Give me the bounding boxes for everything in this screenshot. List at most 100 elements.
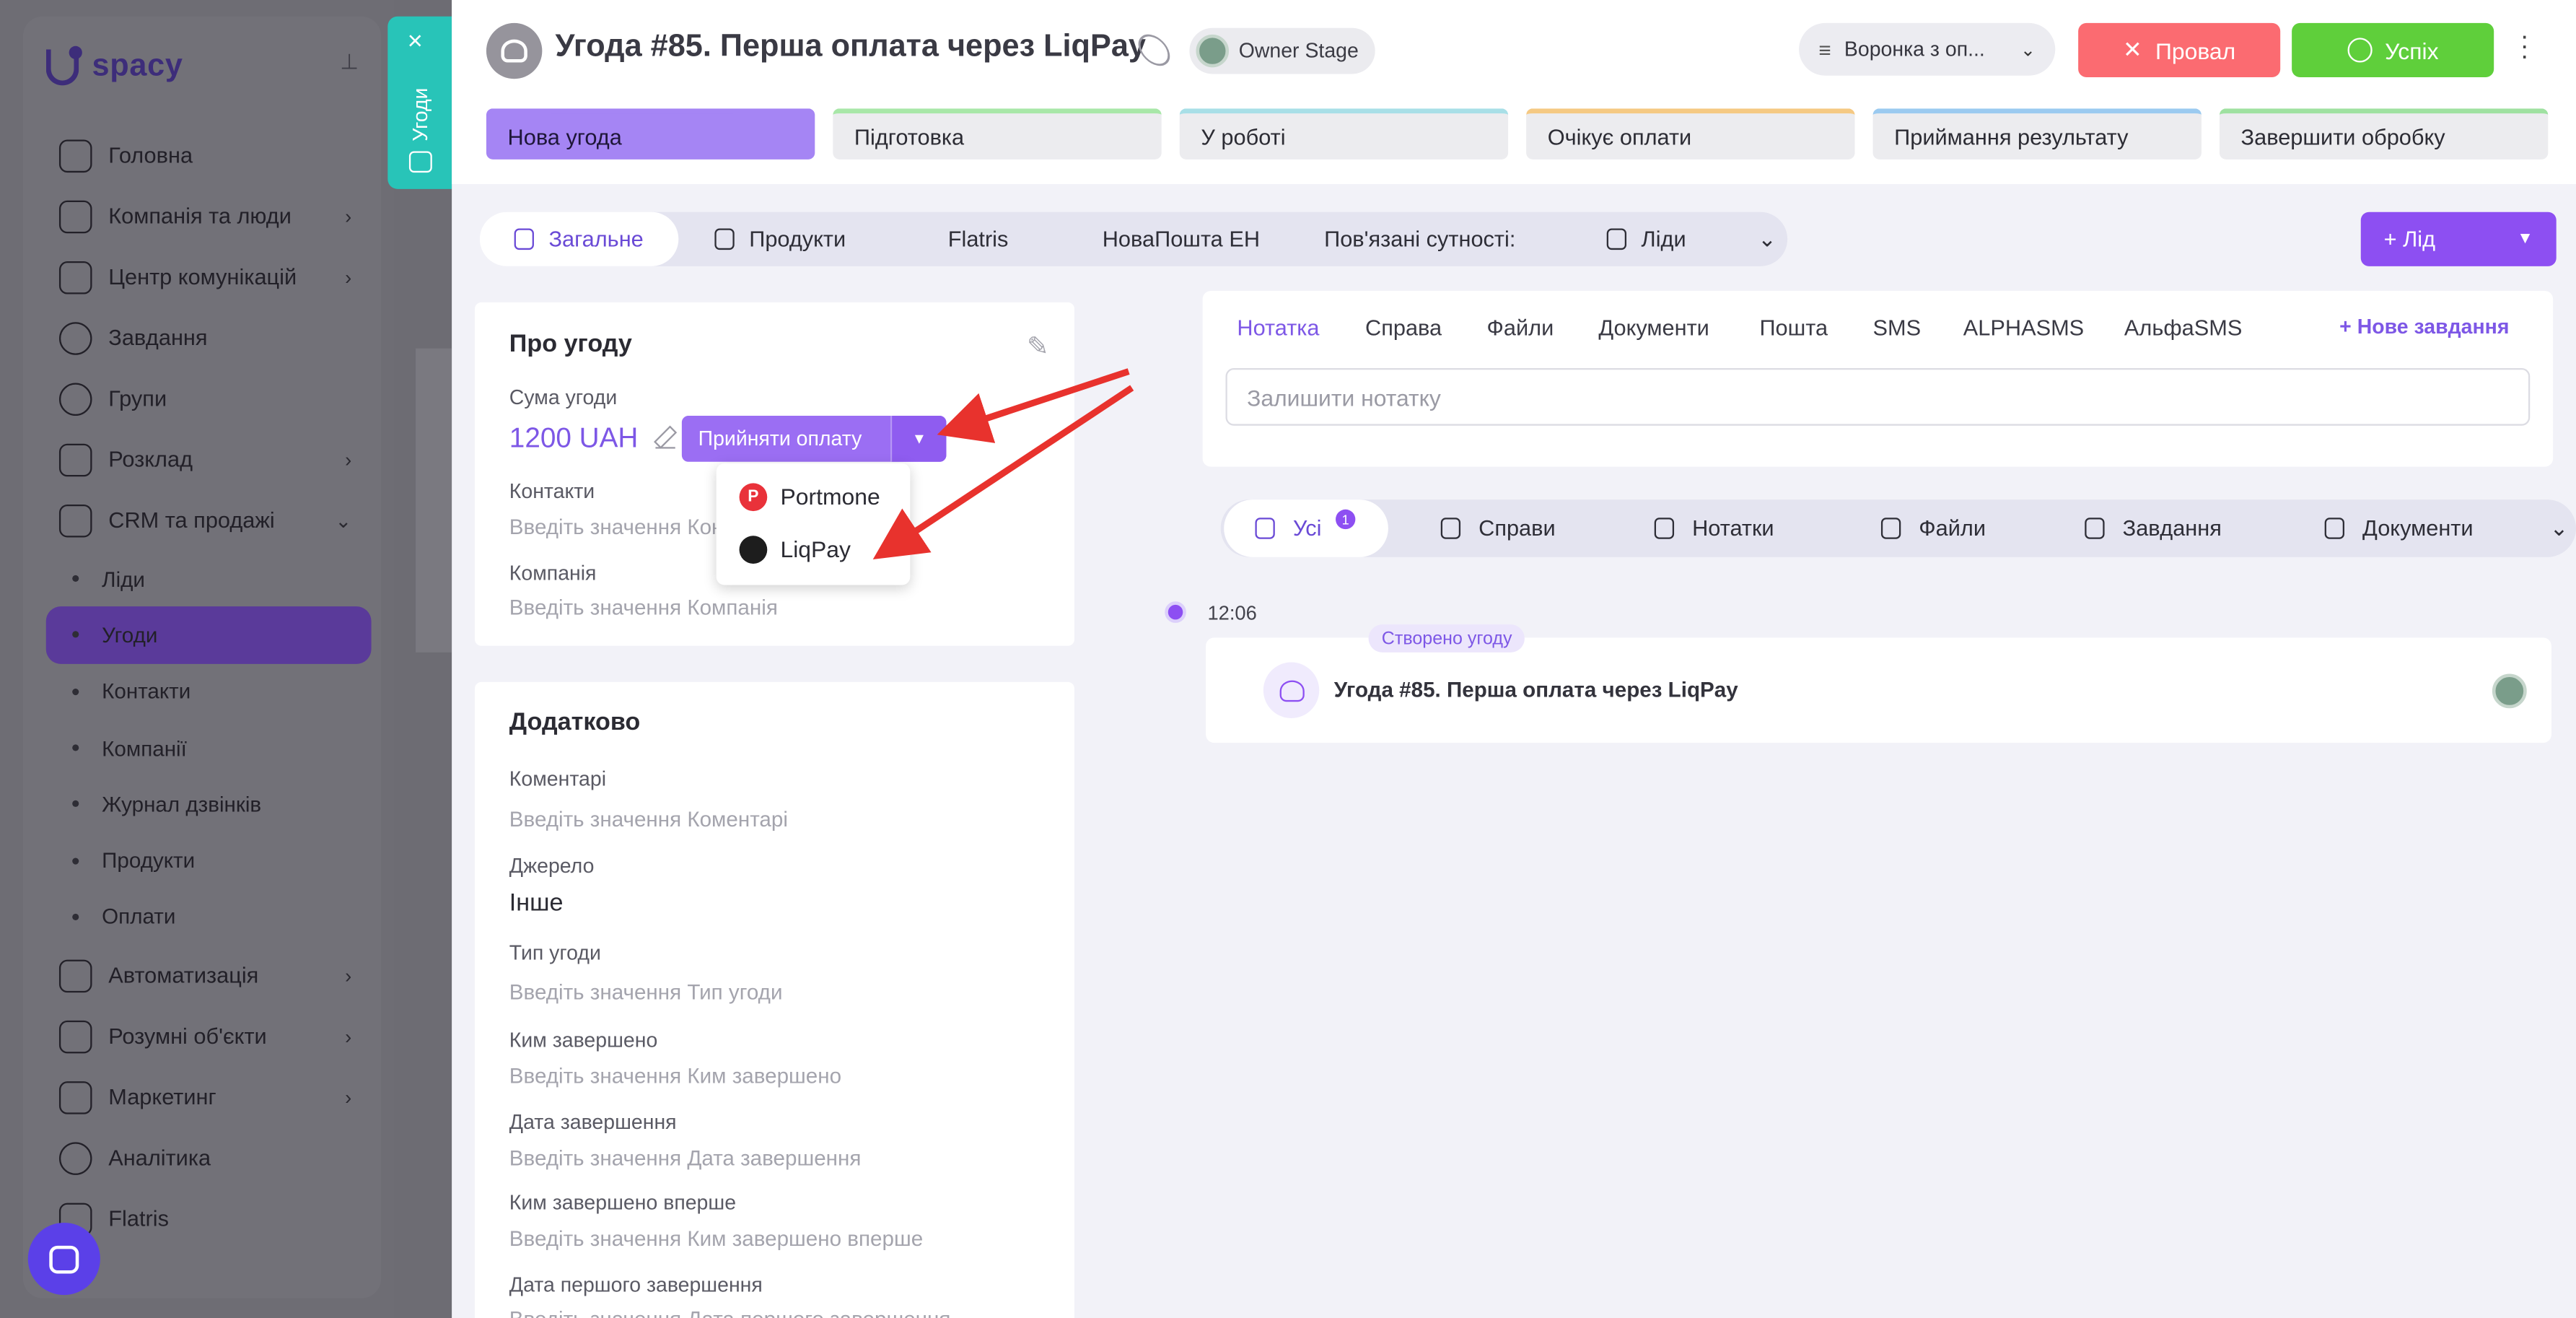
new-task-button[interactable]: + Нове завдання	[2339, 315, 2509, 339]
deal-header: Угода #85. Перша оплата через LiqPay Own…	[452, 0, 2576, 185]
tab-documents[interactable]: Документи	[1598, 315, 1709, 340]
sidebar-item-analytics[interactable]: Аналітика	[46, 1127, 372, 1188]
close-icon: ✕	[2123, 36, 2142, 63]
company-field[interactable]: Введіть значення Компанія	[509, 595, 778, 619]
note-input[interactable]: Залишити нотатку	[1225, 368, 2531, 426]
file-icon	[1880, 518, 1901, 539]
sidebar-sub-products[interactable]: Продукти	[46, 832, 372, 889]
menu-item-liqpay[interactable]: LiqPay	[717, 523, 911, 575]
support-chat-button[interactable]	[27, 1222, 100, 1296]
tab-alfasms[interactable]: АльфаSMS	[2124, 315, 2242, 340]
sum-value: 1200 UAH	[509, 422, 639, 454]
event-badge: Створено угоду	[1368, 624, 1525, 653]
sidebar-item-communications[interactable]: Центр комунікацій ›	[46, 247, 372, 307]
field-label: Ким завершено	[509, 1029, 658, 1052]
deal-tabs: Загальне Продукти Flatris НоваПошта ЕН П…	[479, 211, 1788, 266]
check-circle-icon	[2347, 38, 2372, 63]
feed-tab-tasks[interactable]: Завдання	[2085, 499, 2222, 557]
sidebar-sub-call-log[interactable]: Журнал дзвінків	[46, 776, 372, 832]
home-icon	[58, 139, 92, 172]
close-icon[interactable]: ×	[408, 29, 423, 56]
sidebar-sub-leads[interactable]: Ліди	[46, 551, 372, 607]
owner-stage-chip[interactable]: Owner Stage	[1189, 27, 1375, 74]
chevron-down-icon[interactable]: ⌄	[2550, 499, 2569, 557]
stage-new[interactable]: Нова угода	[486, 108, 815, 160]
stage-awaiting-payment[interactable]: Очікує оплати	[1526, 108, 1855, 160]
deals-overlay-tab[interactable]: × Угоди	[387, 16, 452, 189]
more-options-icon[interactable]: · · ·	[2520, 24, 2533, 70]
dropdown-caret-icon[interactable]: ▼	[890, 416, 947, 462]
chevron-down-icon[interactable]: ▼	[2517, 230, 2533, 248]
completed-by-field[interactable]: Введіть значення Ким завершено	[509, 1063, 841, 1088]
sidebar-item-crm[interactable]: CRM та продажі ⌄	[46, 489, 372, 550]
tab-novaposhta[interactable]: НоваПошта ЕН	[1103, 212, 1260, 266]
related-entities-label: Пов'язані сутності:	[1324, 227, 1516, 252]
chat-icon	[58, 260, 92, 294]
stage-acceptance[interactable]: Приймання результату	[1872, 108, 2202, 160]
tab-sms[interactable]: SMS	[1873, 315, 1922, 340]
funnel-select[interactable]: ≡ Воронка з оп... ⌄	[1799, 22, 2056, 76]
overlay-tab-label: Угоди	[408, 88, 432, 142]
tab-case[interactable]: Справа	[1365, 315, 1442, 340]
stage-in-progress[interactable]: У роботі	[1179, 108, 1509, 160]
sidebar-item-automation[interactable]: Автоматизація ›	[46, 945, 372, 1005]
tab-note[interactable]: Нотатка	[1237, 315, 1319, 340]
fail-button[interactable]: ✕ Провал	[2078, 22, 2281, 78]
chat-bubble-icon	[49, 1244, 79, 1273]
feed-tab-all[interactable]: Усі 1	[1224, 499, 1388, 557]
sidebar-sub-payments[interactable]: Оплати	[46, 889, 372, 945]
tab-mail[interactable]: Пошта	[1759, 315, 1828, 340]
chevron-right-icon: ›	[345, 448, 352, 471]
pencil-icon[interactable]: ✎	[1027, 331, 1050, 362]
list-icon	[1255, 518, 1275, 539]
source-value[interactable]: Інше	[509, 889, 564, 917]
chevron-down-icon: ⌄	[335, 508, 352, 532]
feed-tab-documents[interactable]: Документи	[2324, 499, 2474, 557]
timeline-event-card[interactable]: Угода #85. Перша оплата через LiqPay	[1206, 637, 2551, 743]
tab-alphasms[interactable]: ALPHASMS	[1963, 315, 2084, 340]
add-lead-button[interactable]: + Лід ▼	[2360, 211, 2557, 266]
chevron-down-icon[interactable]: ⌄	[1758, 212, 1777, 266]
field-label: Ким завершено вперше	[509, 1191, 737, 1215]
sidebar-item-groups[interactable]: Групи	[46, 368, 372, 429]
sidebar-item-schedule[interactable]: Розклад ›	[46, 429, 372, 489]
feed-tab-notes[interactable]: Нотатки	[1654, 499, 1774, 557]
completion-date-field[interactable]: Введіть значення Дата завершення	[509, 1145, 862, 1170]
sum-label: Сума угоди	[509, 386, 618, 409]
feed-tab-files[interactable]: Файли	[1880, 499, 1986, 557]
sidebar-item-tasks[interactable]: Завдання	[46, 307, 372, 368]
accept-payment-button[interactable]: Прийняти оплату ▼	[681, 416, 947, 462]
sidebar-item-smart-objects[interactable]: Розумні об'єкти ›	[46, 1006, 372, 1067]
chevron-right-icon: ›	[345, 964, 352, 987]
timeline-time: 12:06	[1207, 601, 1257, 625]
sidebar-sub-companies[interactable]: Компанії	[46, 720, 372, 776]
tab-leads[interactable]: Ліди	[1606, 212, 1686, 266]
feed-tab-cases[interactable]: Справи	[1440, 499, 1556, 557]
menu-item-portmone[interactable]: P Portmone	[717, 470, 911, 523]
logo[interactable]: spacy	[45, 45, 183, 89]
avatar	[1196, 34, 1230, 68]
sidebar-sub-contacts[interactable]: Контакти	[46, 663, 372, 720]
field-label: Джерело	[509, 854, 595, 878]
sidebar-item-home[interactable]: Головна	[46, 125, 372, 186]
tab-files[interactable]: Файли	[1487, 315, 1554, 340]
users-icon	[58, 382, 92, 415]
success-button[interactable]: Успіх	[2292, 22, 2494, 78]
pin-icon[interactable]: ⊥	[340, 49, 363, 75]
extra-title: Додатково	[509, 708, 641, 737]
payment-method-menu: P Portmone LiqPay	[716, 463, 911, 585]
tab-products[interactable]: Продукти	[714, 212, 846, 266]
stage-preparation[interactable]: Підготовка	[833, 108, 1162, 160]
sidebar-item-company[interactable]: Компанія та люди ›	[46, 186, 372, 246]
first-completion-date-field[interactable]: Введіть значення Дата першого завершення	[509, 1306, 951, 1318]
pencil-icon[interactable]	[655, 429, 675, 449]
sidebar-item-marketing[interactable]: Маркетинг ›	[46, 1067, 372, 1127]
deal-type-field[interactable]: Введіть значення Тип угоди	[509, 979, 783, 1004]
sidebar-sub-deals[interactable]: Угоди	[45, 606, 372, 663]
tab-flatris[interactable]: Flatris	[948, 212, 1009, 266]
comments-field[interactable]: Введіть значення Коментарі	[509, 807, 788, 832]
stage-finish[interactable]: Завершити обробку	[2219, 108, 2549, 160]
tab-general[interactable]: Загальне	[479, 211, 678, 266]
chevron-right-icon: ›	[345, 265, 352, 289]
first-completed-by-field[interactable]: Введіть значення Ким завершено вперше	[509, 1226, 923, 1250]
